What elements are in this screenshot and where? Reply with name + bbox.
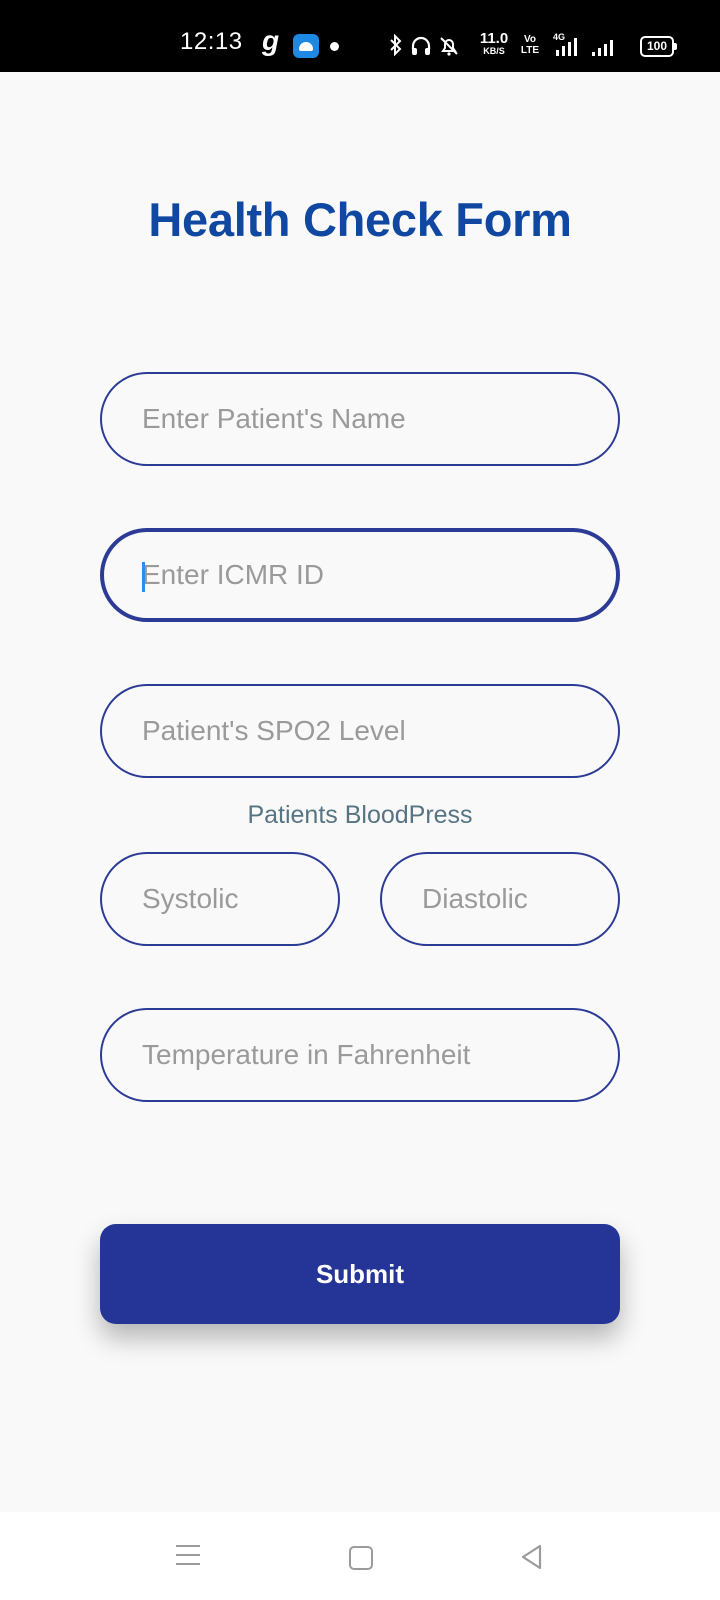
spo2-field[interactable] bbox=[100, 684, 620, 778]
systolic-field[interactable] bbox=[100, 852, 340, 946]
network-type: 4G bbox=[553, 32, 566, 42]
bluetooth-icon bbox=[390, 34, 402, 56]
status-icons: 11.0 KB/S Vo LTE 4G 100 bbox=[388, 28, 688, 64]
status-bar: 12:13 g 11.0 KB/S Vo LTE 4G 100 bbox=[0, 0, 720, 72]
recent-apps-icon[interactable] bbox=[176, 1545, 200, 1565]
volte-indicator: Vo LTE bbox=[520, 34, 540, 56]
status-time: 12:13 bbox=[180, 28, 243, 55]
home-icon[interactable] bbox=[349, 1546, 373, 1570]
android-app-icon bbox=[293, 34, 319, 58]
temperature-input[interactable] bbox=[140, 1038, 618, 1072]
battery-icon: 100 bbox=[640, 36, 677, 57]
headphones-icon bbox=[411, 36, 431, 55]
data-speed: 11.0 KB/S bbox=[479, 30, 509, 56]
notification-dot-icon bbox=[330, 42, 339, 51]
blood-pressure-label: Patients BloodPress bbox=[247, 801, 473, 829]
diastolic-input[interactable] bbox=[420, 882, 618, 916]
temperature-field[interactable] bbox=[100, 1008, 620, 1102]
page-title: Health Check Form bbox=[148, 193, 572, 246]
system-navigation-bar bbox=[0, 1512, 720, 1600]
text-cursor bbox=[142, 562, 145, 592]
icmr-id-field[interactable] bbox=[100, 528, 620, 622]
back-icon[interactable] bbox=[518, 1543, 546, 1571]
patient-name-input[interactable] bbox=[140, 402, 618, 436]
patient-name-field[interactable] bbox=[100, 372, 620, 466]
diastolic-field[interactable] bbox=[380, 852, 620, 946]
icmr-id-input[interactable] bbox=[140, 558, 616, 592]
carrier-app-icon: g bbox=[262, 25, 280, 56]
spo2-input[interactable] bbox=[140, 714, 618, 748]
muted-bell-icon bbox=[440, 37, 458, 56]
submit-button[interactable]: Submit bbox=[100, 1224, 620, 1324]
systolic-input[interactable] bbox=[140, 882, 338, 916]
